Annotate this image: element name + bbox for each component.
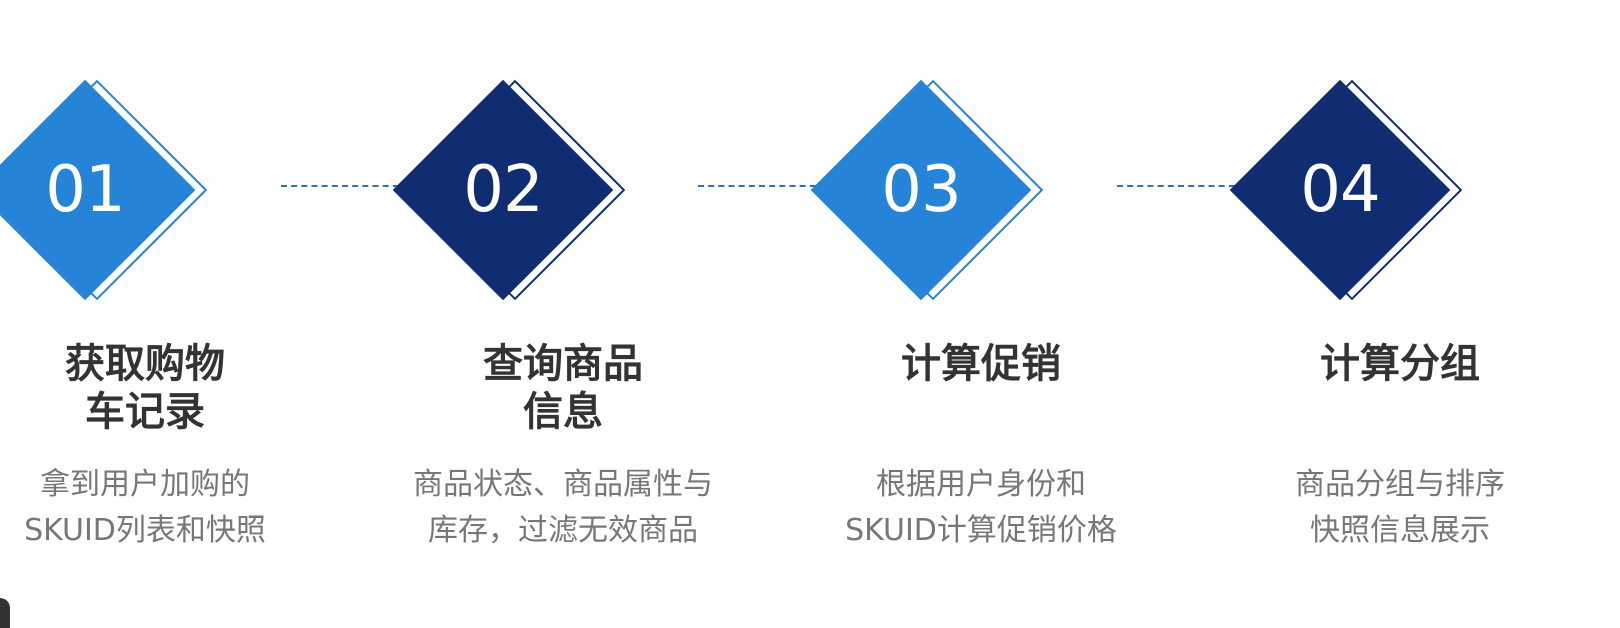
step-2-number: 02 bbox=[463, 153, 543, 227]
step-3: 03 计算促销 根据用户身份和 SKUID计算促销价格 bbox=[810, 0, 1151, 628]
step-3-description: 根据用户身份和 SKUID计算促销价格 bbox=[845, 467, 1117, 548]
step-4: 04 计算分组 商品分组与排序 快照信息展示 bbox=[1229, 0, 1570, 628]
step-3-number: 03 bbox=[881, 153, 961, 227]
step-1-number: 01 bbox=[45, 153, 125, 227]
step-3-title: 计算促销 bbox=[901, 341, 1061, 387]
step-4-badge: 04 bbox=[1229, 79, 1470, 301]
step-2-title: 查询商品 信息 bbox=[483, 341, 643, 435]
step-1-title: 获取购物 车记录 bbox=[65, 341, 225, 435]
connector-3-4 bbox=[1117, 185, 1245, 187]
step-1-badge: 01 bbox=[0, 79, 215, 301]
process-diagram: 01 获取购物 车记录 拿到用户加购的 SKUID列表和快照 02 查询商品 信… bbox=[0, 0, 1620, 628]
corner-decoration bbox=[0, 598, 10, 628]
step-1: 01 获取购物 车记录 拿到用户加购的 SKUID列表和快照 bbox=[0, 0, 315, 628]
connector-2-3 bbox=[698, 185, 826, 187]
step-4-number: 04 bbox=[1300, 153, 1380, 227]
connector-1-2 bbox=[281, 185, 409, 187]
step-2: 02 查询商品 信息 商品状态、商品属性与 库存，过滤无效商品 bbox=[392, 0, 733, 628]
step-3-badge: 03 bbox=[810, 79, 1051, 301]
step-4-title: 计算分组 bbox=[1320, 341, 1480, 387]
step-4-description: 商品分组与排序 快照信息展示 bbox=[1295, 467, 1505, 548]
step-1-description: 拿到用户加购的 SKUID列表和快照 bbox=[24, 467, 266, 548]
step-2-badge: 02 bbox=[392, 79, 633, 301]
step-2-description: 商品状态、商品属性与 库存，过滤无效商品 bbox=[413, 467, 713, 548]
